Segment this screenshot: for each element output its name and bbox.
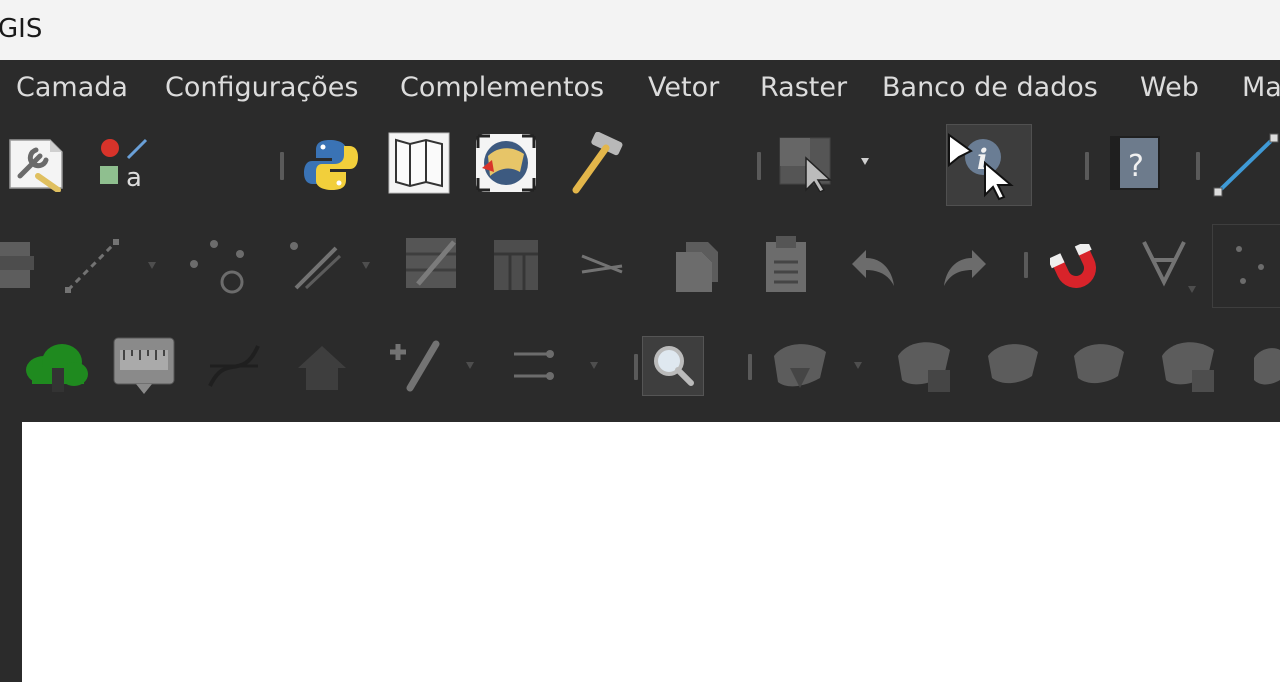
- map-layer-4-icon[interactable]: [1158, 336, 1220, 396]
- svg-text:a: a: [126, 163, 142, 192]
- toolbar-row-2: [0, 214, 1280, 314]
- select-features-icon[interactable]: [778, 136, 840, 192]
- measure-line-icon[interactable]: [1212, 130, 1280, 200]
- cloud-upload-icon[interactable]: [24, 340, 90, 394]
- python-console-icon[interactable]: [302, 136, 360, 194]
- map-layer-icon[interactable]: [770, 338, 830, 394]
- map-canvas[interactable]: [22, 422, 1280, 682]
- add-edit-icon[interactable]: [380, 334, 444, 394]
- style-manager-icon[interactable]: [6, 136, 66, 192]
- curve-icon[interactable]: [206, 342, 262, 390]
- select-dropdown-arrow[interactable]: [861, 158, 869, 165]
- add-edit-dropdown-arrow[interactable]: [466, 362, 474, 369]
- advanced-digitize-icon[interactable]: [1212, 224, 1280, 308]
- topology-icon[interactable]: [1140, 238, 1188, 290]
- toolbar-separator: [748, 354, 752, 380]
- menu-raster[interactable]: Raster: [760, 72, 847, 103]
- menu-vetor[interactable]: Vetor: [648, 72, 719, 103]
- menu-camada[interactable]: Camada: [16, 72, 128, 103]
- home-icon[interactable]: [296, 342, 348, 392]
- map-layer-add-icon[interactable]: [894, 336, 956, 396]
- menu-bar: Camada Configurações Complementos Vetor …: [0, 60, 1280, 118]
- label-symbol-icon[interactable]: a: [96, 136, 152, 192]
- add-line-dropdown-arrow[interactable]: [148, 262, 156, 269]
- title-bar: GIS: [0, 0, 1280, 60]
- split-dropdown-arrow[interactable]: [362, 262, 370, 269]
- toolbar-separator: [1196, 152, 1200, 180]
- toolbar-separator: [757, 152, 761, 180]
- digitize-icon[interactable]: [0, 234, 36, 296]
- redo-icon[interactable]: [938, 244, 990, 288]
- menu-complementos[interactable]: Complementos: [400, 72, 604, 103]
- trim-icon[interactable]: [578, 242, 626, 286]
- zoom-magnifier-icon[interactable]: [642, 336, 704, 396]
- table-icon[interactable]: [492, 236, 542, 292]
- menu-web[interactable]: Web: [1140, 72, 1199, 103]
- undo-icon[interactable]: [848, 244, 900, 288]
- toolbar-separator: [1024, 252, 1028, 278]
- snapping-magnet-icon[interactable]: [1050, 244, 1104, 292]
- menu-configuracoes[interactable]: Configurações: [165, 72, 358, 103]
- add-line-icon[interactable]: [64, 238, 120, 294]
- ruler-icon[interactable]: [112, 336, 176, 396]
- map-layer-2-icon[interactable]: [984, 338, 1042, 390]
- map-layer-3-icon[interactable]: [1070, 338, 1128, 390]
- menu-mesh[interactable]: Ma: [1242, 72, 1280, 103]
- split-icon[interactable]: [510, 342, 560, 388]
- copy-icon[interactable]: [672, 238, 720, 294]
- map-layer-5-icon[interactable]: [1250, 340, 1280, 392]
- split-features-icon[interactable]: [286, 238, 346, 298]
- toolbar-separator: [634, 354, 638, 380]
- map-layer-dropdown-arrow[interactable]: [854, 362, 862, 369]
- toolbar-separator: [280, 152, 284, 180]
- window-title: GIS: [0, 14, 43, 44]
- toolbar-row-3: [0, 314, 1280, 422]
- menu-banco-de-dados[interactable]: Banco de dados: [882, 72, 1098, 103]
- georeferencer-icon[interactable]: [474, 132, 538, 194]
- vertex-tool-icon[interactable]: [186, 238, 250, 298]
- help-icon[interactable]: ?: [1106, 134, 1162, 192]
- identify-features-icon[interactable]: i: [946, 124, 1032, 206]
- edit-attributes-icon[interactable]: [404, 236, 460, 292]
- split-dropdown-arrow-2[interactable]: [590, 362, 598, 369]
- processing-toolbox-icon[interactable]: [566, 132, 626, 194]
- svg-text:?: ?: [1128, 149, 1144, 184]
- map-layout-icon[interactable]: [388, 132, 450, 194]
- toolbar-row-1: a i ?: [0, 118, 1280, 214]
- topology-dropdown-arrow[interactable]: [1188, 286, 1196, 293]
- paste-icon[interactable]: [764, 234, 810, 294]
- toolbar-separator: [1085, 152, 1089, 180]
